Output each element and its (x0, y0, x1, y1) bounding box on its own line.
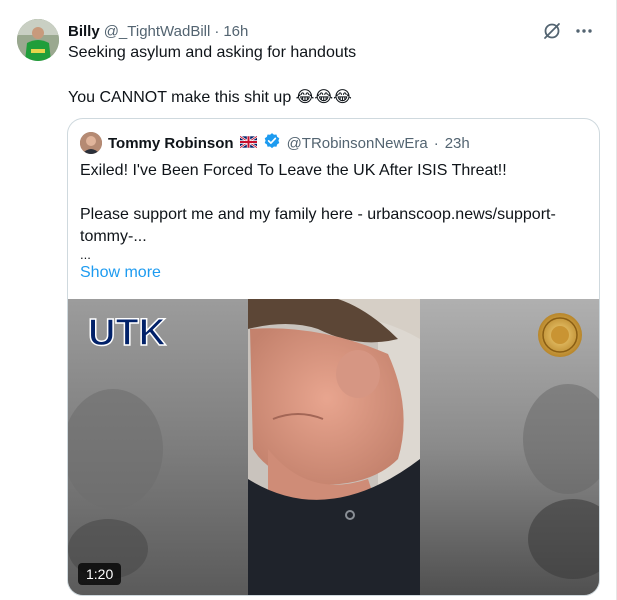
more-icon[interactable] (574, 21, 594, 41)
video-play-area[interactable] (68, 299, 599, 595)
separator: · (214, 22, 220, 40)
quoted-time[interactable]: 23h (445, 135, 470, 152)
quoted-tweet-text: Exiled! I've Been Forced To Leave the UK… (80, 160, 585, 284)
separator: · (433, 134, 439, 152)
quoted-avatar[interactable] (80, 132, 102, 154)
verified-badge-icon (263, 132, 281, 154)
tweet-line: Seeking asylum and asking for handouts (68, 44, 357, 61)
tweet-line-text: You CANNOT make this shit up (68, 89, 292, 106)
avatar[interactable] (17, 19, 59, 61)
quoted-line: Exiled! I've Been Forced To Leave the UK… (80, 162, 507, 179)
quoted-line: Please support me and my family here - u… (80, 206, 556, 223)
tweet-header: Billy @_TightWadBill · 16h (68, 20, 594, 42)
uk-flag-icon (238, 134, 258, 152)
quoted-tweet-header: Tommy Robinson @TRobinsonNewEra · 23h (80, 132, 587, 154)
tweet-line: You CANNOT make this shit up 😂😂😂 (68, 86, 588, 109)
quoted-author-name[interactable]: Tommy Robinson (108, 135, 234, 152)
tweet-time[interactable]: 16h (223, 23, 248, 40)
quoted-line: ... (80, 247, 91, 262)
quoted-line: tommy-... (80, 228, 147, 245)
laughing-emoji: 😂😂😂 (295, 87, 352, 106)
grok-icon[interactable] (542, 21, 562, 41)
author-name[interactable]: Billy (68, 23, 100, 40)
tweet-text: Seeking asylum and asking for handouts Y… (68, 42, 588, 109)
quoted-tweet[interactable]: Tommy Robinson @TRobinsonNewEra · 23h Ex… (67, 118, 600, 596)
author-handle[interactable]: @_TightWadBill (104, 23, 211, 40)
tweet-card[interactable]: Billy @_TightWadBill · 16h Seeking asylu… (0, 0, 617, 600)
video-player[interactable]: UTK 1:20 (68, 299, 599, 595)
quoted-author-handle[interactable]: @TRobinsonNewEra (287, 135, 428, 152)
show-more-link[interactable]: Show more (80, 262, 585, 284)
